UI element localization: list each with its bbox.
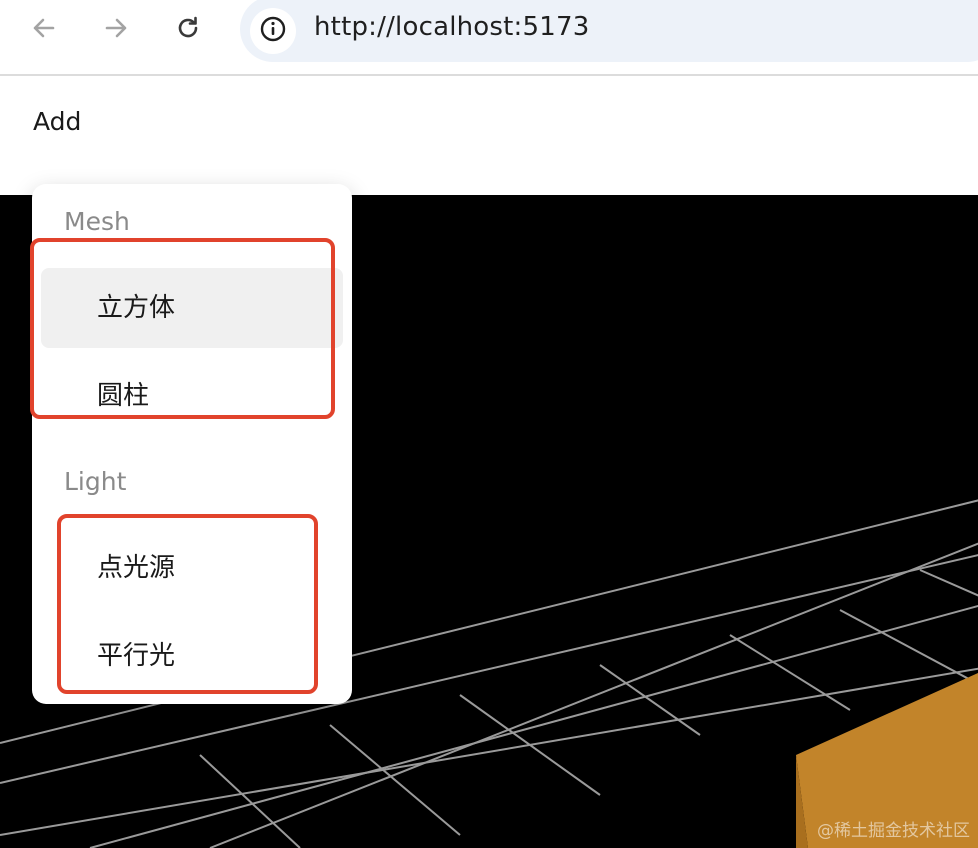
grid-line <box>459 694 601 796</box>
menu-item-label: 圆柱 <box>97 381 150 411</box>
add-dropdown-menu: Mesh 立方体 圆柱 Light 点光源 平行光 <box>32 184 352 704</box>
menu-item-cylinder[interactable]: 圆柱 <box>41 356 343 436</box>
arrow-left-icon <box>31 15 57 41</box>
browser-toolbar: http://localhost:5173 <box>0 0 978 76</box>
grid-line <box>199 754 301 848</box>
add-menu-trigger[interactable]: Add <box>33 105 81 139</box>
browser-window: http://localhost:5173 Add @稀土掘金技术社区 Mesh… <box>0 0 978 848</box>
menu-item-label: 立方体 <box>97 293 176 323</box>
address-bar[interactable]: http://localhost:5173 <box>240 0 978 62</box>
forward-button[interactable] <box>94 6 138 50</box>
arrow-right-icon <box>103 15 129 41</box>
info-icon <box>259 15 287 47</box>
grid-line <box>919 569 978 597</box>
watermark-text: @稀土掘金技术社区 <box>817 821 970 841</box>
menu-item-cube[interactable]: 立方体 <box>41 268 343 348</box>
group-title-mesh: Mesh <box>64 207 130 236</box>
group-title-light: Light <box>64 467 127 496</box>
site-info-button[interactable] <box>250 8 296 54</box>
url-text[interactable]: http://localhost:5173 <box>314 9 590 45</box>
reload-button[interactable] <box>166 6 210 50</box>
grid-line <box>329 724 461 836</box>
back-button[interactable] <box>22 6 66 50</box>
menu-item-directional-light[interactable]: 平行光 <box>41 616 343 696</box>
menu-item-label: 点光源 <box>97 553 176 583</box>
reload-icon <box>175 15 201 41</box>
grid-line <box>839 609 978 686</box>
app-menubar: Add <box>0 76 978 194</box>
menu-item-label: 平行光 <box>97 641 176 671</box>
menu-item-point-light[interactable]: 点光源 <box>41 528 343 608</box>
